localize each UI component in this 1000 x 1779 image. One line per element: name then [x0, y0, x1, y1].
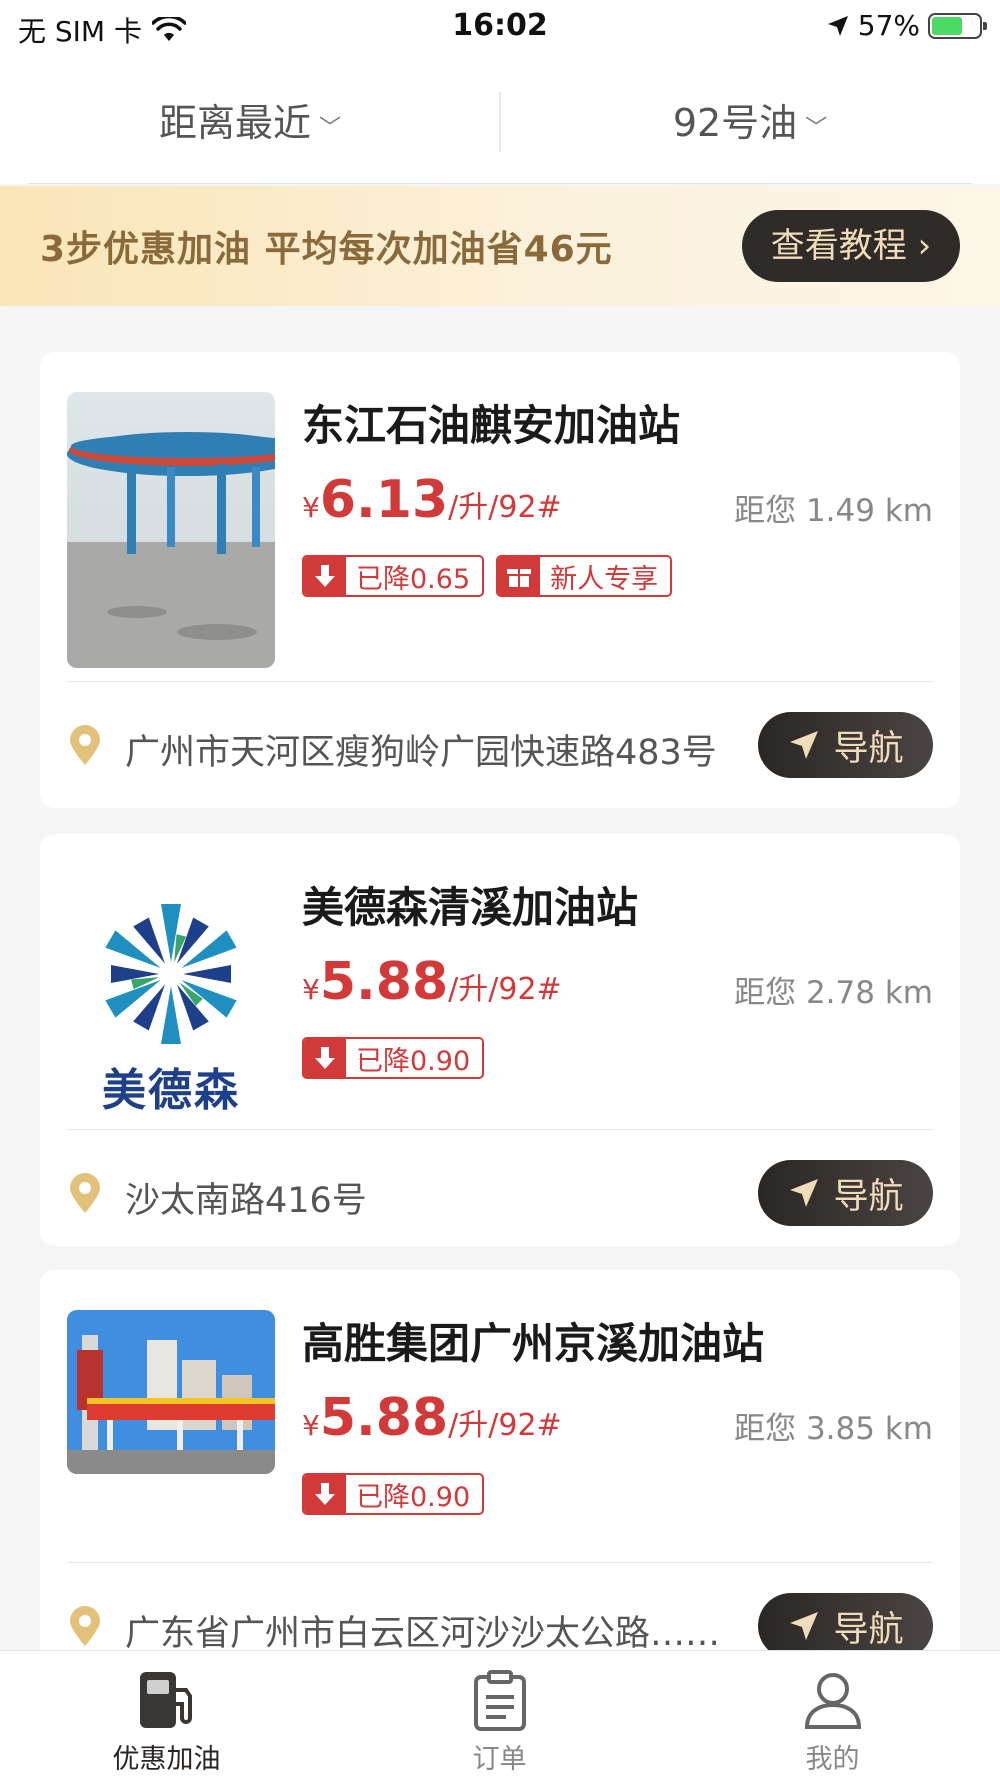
- location-arrow-icon: [827, 15, 848, 36]
- arrow-down-icon: [304, 557, 346, 595]
- new-user-tag-label: 新人专享: [550, 563, 659, 595]
- card-divider: [67, 681, 933, 682]
- address-row: 沙太南路416号 导航: [67, 1160, 933, 1226]
- system-indicators: 57%: [826, 9, 987, 42]
- filter-bar: 距离最近 ﹀ 92号油 ﹀: [0, 52, 1000, 184]
- station-card[interactable]: 美德森 美德森清溪加油站 ¥5.88/升/92# 距您 2.78 km 已降0.…: [40, 834, 960, 1246]
- station-photo: [67, 1310, 275, 1474]
- station-name: 美德森清溪加油站: [302, 883, 639, 932]
- station-photo: [67, 392, 275, 668]
- clipboard-icon: [473, 1670, 526, 1731]
- station-address: 广东省广州市白云区河沙沙太公路……: [125, 1614, 721, 1654]
- discount-tag: 已降0.65: [302, 555, 485, 597]
- arrow-down-icon: [304, 1475, 346, 1513]
- price-unit: /升/92#: [448, 972, 562, 1007]
- price-unit: /升/92#: [448, 490, 562, 525]
- navigation-arrow-icon: [790, 1179, 819, 1207]
- station-distance: 距您 2.78 km: [734, 975, 933, 1011]
- currency-symbol: ¥: [302, 1409, 320, 1442]
- navigate-label: 导航: [833, 1609, 904, 1650]
- station-name: 高胜集团广州京溪加油站: [302, 1319, 765, 1368]
- card-divider: [67, 1129, 933, 1130]
- station-distance: 距您 1.49 km: [734, 493, 933, 529]
- new-user-tag: 新人专享: [496, 555, 673, 597]
- tab-discount-fuel[interactable]: 优惠加油: [0, 1665, 333, 1776]
- navigation-arrow-icon: [790, 1612, 819, 1640]
- battery-icon: [928, 12, 987, 39]
- navigate-label: 导航: [833, 728, 904, 769]
- navigate-button[interactable]: 导航: [758, 712, 933, 778]
- discount-tag-label: 已降0.90: [356, 1481, 471, 1513]
- tab-orders[interactable]: 订单: [333, 1665, 666, 1776]
- price-value: 5.88: [319, 1388, 449, 1448]
- tab-profile-label: 我的: [805, 1744, 860, 1775]
- station-address: 沙太南路416号: [125, 1181, 367, 1221]
- battery-percent: 57%: [857, 9, 920, 42]
- station-logo: 美德森: [67, 874, 275, 1110]
- station-price: ¥5.88/升/92#: [302, 952, 562, 1012]
- price-unit: /升/92#: [448, 1408, 562, 1443]
- filter-bottom-line: [28, 183, 972, 184]
- sort-filter-dropdown[interactable]: 距离最近 ﹀: [0, 92, 500, 147]
- arrow-down-icon: [304, 1039, 346, 1077]
- discount-tag: 已降0.90: [302, 1473, 485, 1515]
- fuel-pump-icon: [139, 1672, 192, 1728]
- sort-filter-label: 距离最近: [158, 101, 311, 145]
- currency-symbol: ¥: [302, 491, 320, 524]
- chevron-right-icon: ›: [906, 226, 932, 266]
- station-distance: 距您 3.85 km: [734, 1411, 933, 1447]
- banner-text: 3步优惠加油 平均每次加油省46元: [40, 229, 613, 270]
- chevron-down-icon: ﹀: [319, 115, 342, 141]
- tab-profile[interactable]: 我的: [666, 1665, 999, 1776]
- promo-banner[interactable]: 3步优惠加油 平均每次加油省46元 查看教程 ›: [0, 186, 1000, 306]
- tag-list: 已降0.65 新人专享: [302, 555, 673, 597]
- tag-list: 已降0.90: [302, 1037, 485, 1079]
- price-value: 6.13: [319, 470, 449, 530]
- discount-tag-label: 已降0.65: [356, 563, 471, 595]
- station-price: ¥6.13/升/92#: [302, 470, 562, 530]
- address-row: 广州市天河区瘦狗岭广园快速路483号 导航: [67, 712, 933, 778]
- gift-icon: [498, 557, 541, 595]
- view-tutorial-button[interactable]: 查看教程 ›: [742, 210, 960, 282]
- card-divider: [67, 1562, 933, 1563]
- station-name: 东江石油麒安加油站: [302, 401, 681, 450]
- discount-tag-label: 已降0.90: [356, 1045, 471, 1077]
- tag-list: 已降0.90: [302, 1473, 485, 1515]
- station-address: 广州市天河区瘦狗岭广园快速路483号: [125, 733, 717, 773]
- user-icon: [804, 1673, 861, 1729]
- tab-orders-label: 订单: [472, 1744, 527, 1775]
- fuel-type-label: 92号油: [672, 101, 798, 145]
- view-tutorial-label: 查看教程: [770, 226, 907, 266]
- navigate-button[interactable]: 导航: [758, 1160, 933, 1226]
- brand-logo-text: 美德森: [102, 1065, 240, 1110]
- fuel-type-dropdown[interactable]: 92号油 ﹀: [500, 92, 1000, 147]
- price-value: 5.88: [319, 952, 449, 1012]
- tab-discount-fuel-label: 优惠加油: [112, 1744, 221, 1775]
- status-bar: 无 SIM 卡 16:02 57%: [0, 0, 1000, 52]
- station-card[interactable]: 东江石油麒安加油站 ¥6.13/升/92# 距您 1.49 km 已降0.65 …: [40, 352, 960, 808]
- navigation-arrow-icon: [790, 731, 819, 759]
- location-pin-icon: [70, 725, 100, 765]
- location-pin-icon: [70, 1173, 100, 1213]
- bottom-tab-bar: 优惠加油 订单 我的: [0, 1650, 1000, 1779]
- navigate-label: 导航: [833, 1176, 904, 1217]
- location-pin-icon: [70, 1606, 100, 1646]
- currency-symbol: ¥: [302, 973, 320, 1006]
- station-card[interactable]: 高胜集团广州京溪加油站 ¥5.88/升/92# 距您 3.85 km 已降0.9…: [40, 1270, 960, 1690]
- chevron-down-icon: ﹀: [805, 115, 828, 141]
- station-price: ¥5.88/升/92#: [302, 1388, 562, 1448]
- discount-tag: 已降0.90: [302, 1037, 485, 1079]
